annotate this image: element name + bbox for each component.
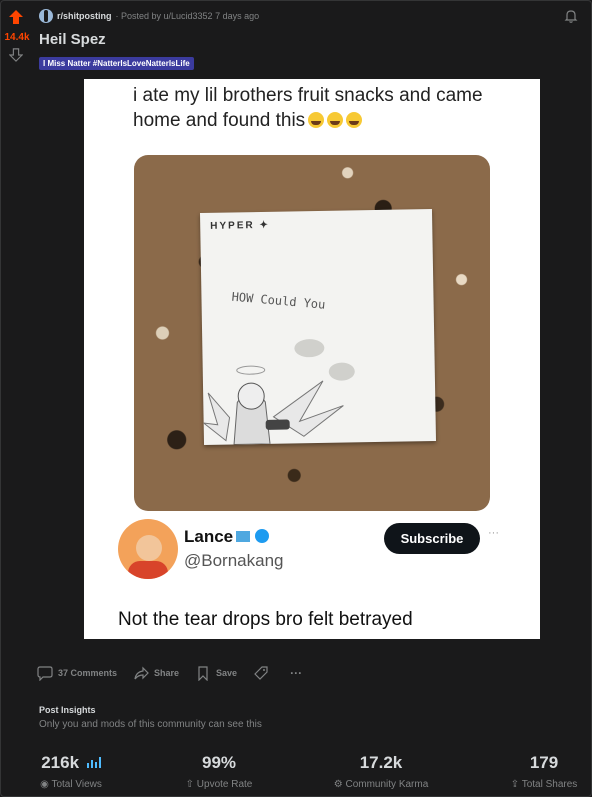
stat-value: 216k xyxy=(41,753,80,772)
profile-name-text: Lance xyxy=(184,527,234,546)
stat-total-views: 216k ◉ Total Views xyxy=(31,753,111,790)
stat-value: 17.2k xyxy=(359,753,403,772)
crying-emoji-icon xyxy=(327,112,344,128)
profile-name: Lance xyxy=(184,527,270,547)
stat-label: Total Shares xyxy=(521,779,578,790)
post-card: 14.4k r/shitposting · Posted by u/Lucid3… xyxy=(0,0,592,797)
more-dots-icon: ··· xyxy=(488,527,499,539)
eye-icon: ◉ xyxy=(40,779,49,790)
bookmark-icon xyxy=(198,666,208,681)
stat-total-shares: 179 ⇪ Total Shares xyxy=(501,753,587,790)
insights-subtitle: Only you and mods of this community can … xyxy=(39,719,262,730)
profile-handle: @Bornakang xyxy=(184,551,284,570)
post-title[interactable]: Heil Spez xyxy=(39,31,106,48)
profile-avatar xyxy=(118,519,178,579)
subreddit-link[interactable]: r/shitposting xyxy=(57,11,112,21)
upvote-arrow-icon[interactable] xyxy=(8,9,24,25)
countertop-photo: HYPER ✦ HOW Could You xyxy=(134,155,490,511)
comment-icon xyxy=(37,666,53,681)
vote-score: 14.4k xyxy=(4,32,30,43)
bell-icon[interactable] xyxy=(563,8,579,24)
more-options-label: ··· xyxy=(290,666,303,680)
meme-caption: i ate my lil brothers fruit snacks and c… xyxy=(133,83,513,133)
anime-sticker-icon xyxy=(202,365,344,445)
action-bar: 37 Comments Share Save ··· xyxy=(37,665,318,681)
comments-label: 37 Comments xyxy=(58,668,118,678)
stat-value: 179 xyxy=(529,753,559,772)
share-icon xyxy=(134,666,149,680)
stat-label: Total Views xyxy=(51,779,102,790)
comments-button[interactable]: 37 Comments xyxy=(37,665,117,681)
verified-badge-icon xyxy=(255,529,270,543)
stat-community-karma: 17.2k ⚙ Community Karma xyxy=(326,753,436,790)
meme-caption-text: i ate my lil brothers fruit snacks and c… xyxy=(133,85,483,131)
downvote-arrow-icon[interactable] xyxy=(9,48,23,62)
tear-drop xyxy=(294,338,325,358)
share-icon: ⇪ xyxy=(510,779,520,790)
karma-icon: ⚙ xyxy=(333,779,343,790)
flag-icon xyxy=(236,531,251,542)
note-brand: HYPER ✦ xyxy=(210,219,270,232)
save-label: Save xyxy=(216,668,238,678)
upvote-icon: ⇧ xyxy=(185,779,194,790)
stat-label: Community Karma xyxy=(345,779,429,790)
tag-icon xyxy=(254,666,268,680)
avatar-face xyxy=(136,535,162,561)
tweet-text: Not the tear drops bro felt betrayed xyxy=(118,609,413,630)
bar-chart-icon xyxy=(86,757,101,768)
avatar-shirt xyxy=(128,561,168,579)
sticky-note: HYPER ✦ HOW Could You xyxy=(199,208,437,446)
save-button[interactable]: Save xyxy=(195,665,237,681)
share-button[interactable]: Share xyxy=(133,665,179,681)
handwritten-text: HOW Could You xyxy=(231,289,326,312)
tag-button[interactable] xyxy=(253,665,274,681)
subreddit-icon[interactable] xyxy=(39,9,53,23)
post-image[interactable]: i ate my lil brothers fruit snacks and c… xyxy=(84,79,540,639)
note-brand-text: HYPER xyxy=(210,220,255,232)
share-label: Share xyxy=(154,668,180,678)
insights-title: Post Insights xyxy=(39,705,96,715)
stat-upvote-rate: 99% ⇧ Upvote Rate xyxy=(169,753,269,790)
crying-emoji-icon xyxy=(308,112,325,128)
post-meta: r/shitposting · Posted by u/Lucid3352 7 … xyxy=(39,9,259,23)
crying-emoji-icon xyxy=(346,112,363,128)
subscribe-button: Subscribe xyxy=(384,523,480,554)
posted-by-text: · Posted by u/Lucid3352 7 days ago xyxy=(115,11,260,21)
stat-label: Upvote Rate xyxy=(196,779,253,790)
post-flair[interactable]: I Miss Natter #NatterIsLoveNatterIsLife xyxy=(39,57,194,70)
stat-value: 99% xyxy=(201,753,237,772)
more-options-button[interactable]: ··· xyxy=(290,666,302,680)
